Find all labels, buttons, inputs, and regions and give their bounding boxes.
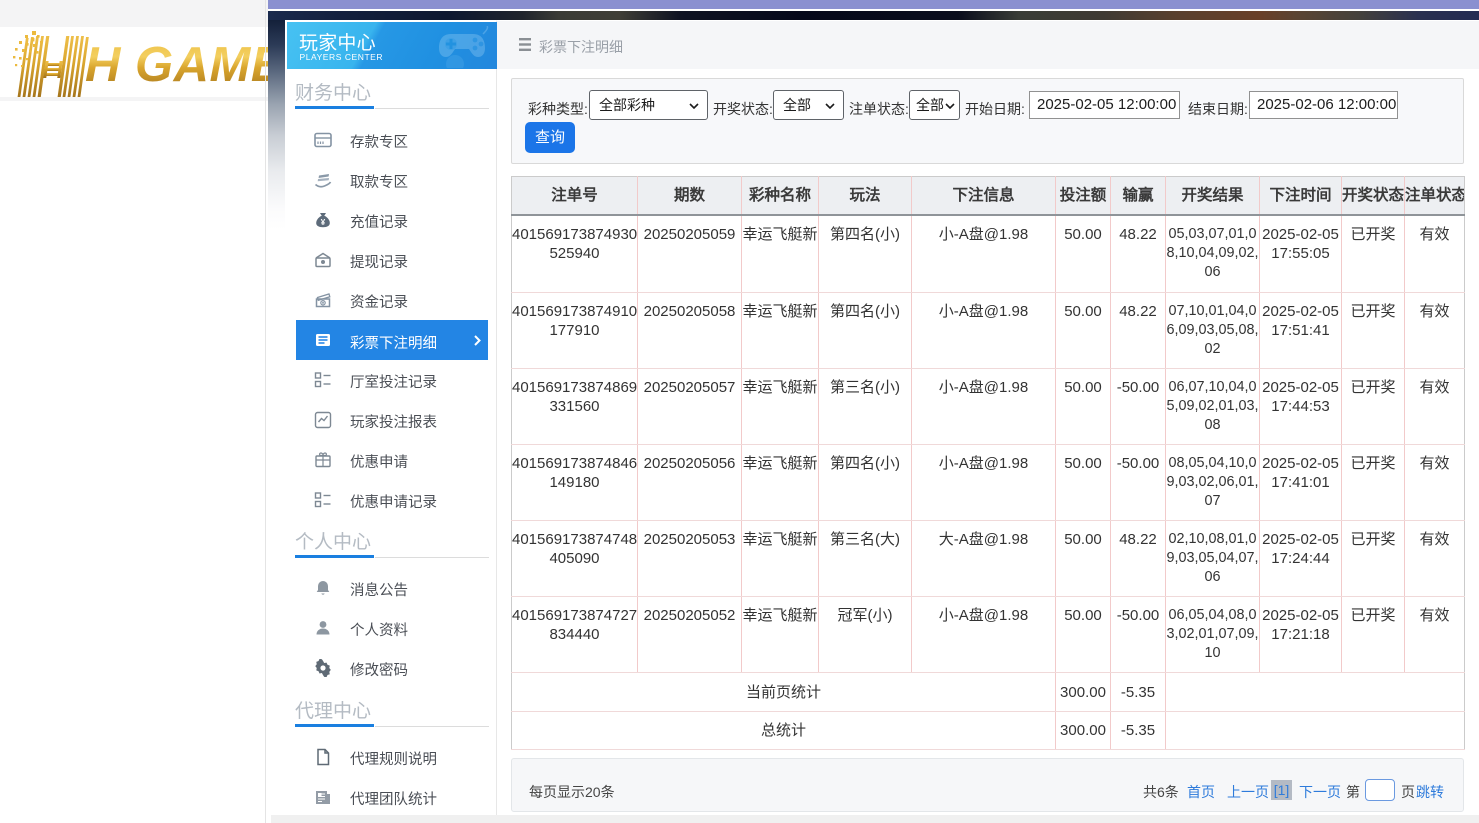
svg-text:¥: ¥ (321, 218, 326, 227)
